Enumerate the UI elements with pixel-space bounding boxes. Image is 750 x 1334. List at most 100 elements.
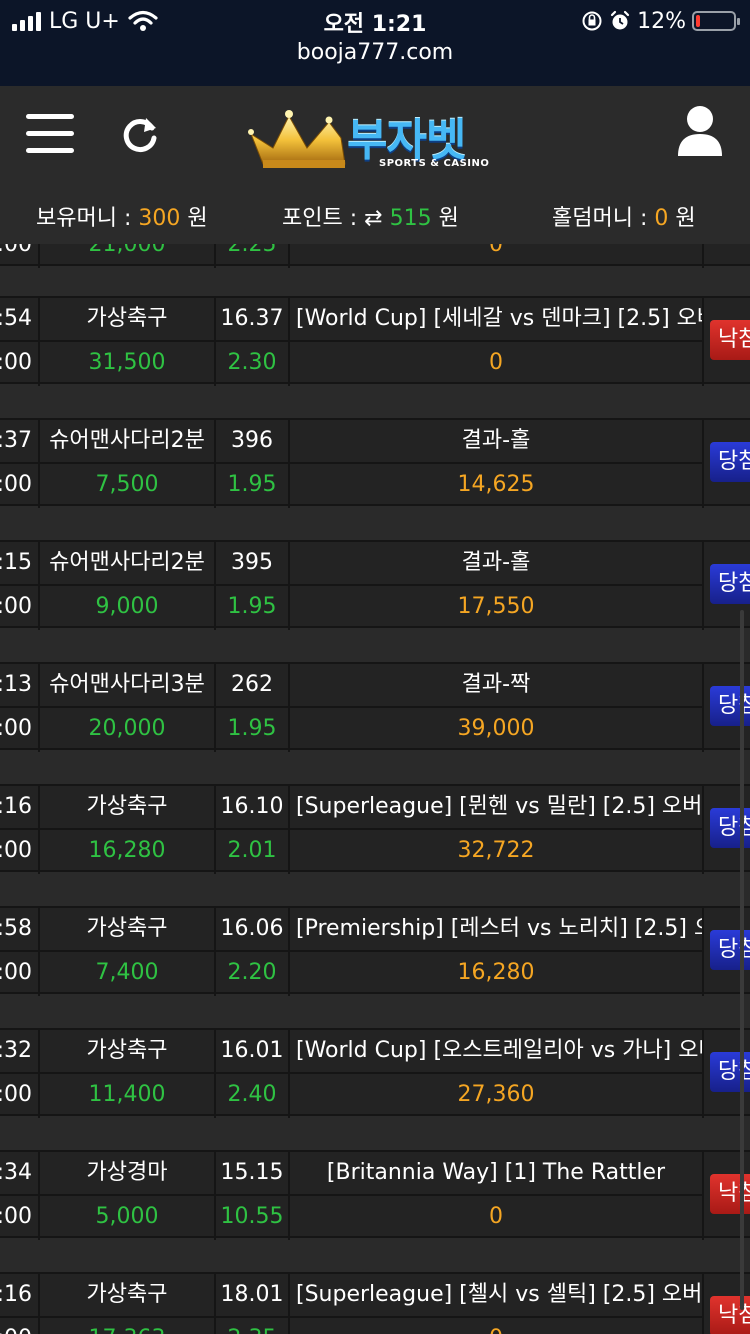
bet-pick: 결과-홀 (461, 550, 531, 575)
site-logo[interactable]: 부자벳 SPORTS & CASINO (245, 104, 515, 176)
bet-stake-time: :00 (0, 594, 32, 619)
row-divider (0, 1072, 703, 1074)
col-divider (702, 542, 704, 630)
battery-icon (692, 11, 740, 31)
bet-win-amount: 32,722 (457, 838, 535, 863)
bet-pick: [Superleague] [첼시 vs 셀틱] [2.5] 오버 (296, 1282, 702, 1307)
bet-round: 395 (231, 550, 273, 575)
scrollbar[interactable] (740, 610, 744, 1310)
bet-row[interactable]: :34 가상경마 15.15 [Britannia Way] [1] The R… (0, 1150, 750, 1240)
col-divider (702, 786, 704, 874)
col-divider (288, 298, 290, 386)
exchange-icon[interactable]: ⇄ (364, 206, 382, 231)
bet-pick: [World Cup] [오스트레일리아 vs 가나] 오버 (296, 1038, 702, 1063)
bet-stake-time: :00 (0, 244, 32, 257)
bet-round: 262 (231, 672, 273, 697)
point-label: 포인트 : (282, 206, 358, 231)
bet-pick: [Superleague] [뮌헨 vs 밀란] [2.5] 오버 (296, 794, 702, 819)
bet-amount: 20,000 (88, 716, 166, 741)
bet-history-list[interactable]: :00 21,000 2.25 0 :54 가상축구 16.37 [World … (0, 244, 750, 1334)
bet-row[interactable]: :37 슈어맨사다리2분 396 결과-홀 :00 7,500 1.95 14,… (0, 418, 750, 508)
bet-odds: 2.25 (227, 244, 277, 257)
col-divider (38, 420, 40, 508)
bet-row[interactable]: :16 가상축구 16.10 [Superleague] [뮌헨 vs 밀란] … (0, 784, 750, 874)
bet-row[interactable]: :15 슈어맨사다리2분 395 결과-홀 :00 9,000 1.95 17,… (0, 540, 750, 630)
battery-level (696, 15, 700, 27)
bet-amount: 16,280 (88, 838, 166, 863)
bet-row[interactable]: :00 21,000 2.25 0 (0, 244, 750, 268)
refresh-icon[interactable] (118, 112, 162, 156)
bet-row[interactable]: :54 가상축구 16.37 [World Cup] [세네갈 vs 덴마크] … (0, 296, 750, 386)
row-divider (0, 584, 703, 586)
bet-amount: 5,000 (95, 1204, 159, 1229)
bet-amount: 7,500 (95, 472, 159, 497)
row-divider (0, 950, 703, 952)
bet-game: 가상축구 (86, 1282, 168, 1307)
lose-badge: 낙첨 (710, 1174, 750, 1214)
col-divider (214, 542, 216, 630)
bet-win-amount: 0 (290, 1318, 702, 1334)
bet-stake-time: :00 (0, 960, 32, 985)
bet-time: :58 (0, 916, 32, 941)
col-divider (288, 542, 290, 630)
bet-round: 16.10 (220, 794, 284, 819)
col-divider (38, 786, 40, 874)
bet-win-amount: 17,550 (457, 594, 535, 619)
bet-stake-time: :00 (0, 838, 32, 863)
bet-time: :16 (0, 794, 32, 819)
col-divider (288, 908, 290, 996)
bet-amount: 31,500 (88, 350, 166, 375)
bet-odds: 10.55 (220, 1204, 284, 1229)
address-url[interactable]: booja777.com (0, 40, 750, 65)
win-badge: 당첨 (710, 808, 750, 848)
col-divider (214, 1030, 216, 1118)
bet-time: :13 (0, 672, 32, 697)
bet-row[interactable]: :58 가상축구 16.06 [Premiership] [레스터 vs 노리치… (0, 906, 750, 996)
menu-icon[interactable] (26, 114, 74, 156)
bet-pick: 결과-짝 (461, 672, 531, 697)
bet-odds: 2.30 (227, 350, 277, 375)
bet-pick: [Premiership] [레스터 vs 노리치] [2.5] 오버 (296, 916, 702, 941)
holdem-value: 0 (654, 206, 669, 231)
col-divider (214, 420, 216, 508)
col-divider (288, 1152, 290, 1240)
bet-round: 16.37 (220, 306, 284, 331)
col-divider (214, 1152, 216, 1240)
bet-game: 가상축구 (86, 1038, 168, 1063)
status-right: 12% (581, 6, 740, 36)
win-badge: 당첨 (710, 930, 750, 970)
bet-pick: [World Cup] [세네갈 vs 덴마크] [2.5] 오버 (296, 306, 702, 331)
col-divider (702, 244, 704, 268)
row-divider (0, 340, 703, 342)
bet-row[interactable]: :13 슈어맨사다리3분 262 결과-짝 :00 20,000 1.95 39… (0, 662, 750, 752)
bet-odds: 2.20 (227, 960, 277, 985)
col-divider (702, 1030, 704, 1118)
win-badge: 당첨 (710, 442, 750, 482)
user-icon[interactable] (676, 104, 724, 160)
bet-odds: 1.95 (227, 716, 277, 741)
bet-row[interactable]: :32 가상축구 16.01 [World Cup] [오스트레일리아 vs 가… (0, 1028, 750, 1118)
logo-subtitle: SPORTS & CASINO (379, 158, 490, 169)
bet-row[interactable]: :16 가상축구 18.01 [Superleague] [첼시 vs 셀틱] … (0, 1272, 750, 1334)
point-balance[interactable]: 포인트 : ⇄ 515 원 (282, 200, 459, 232)
bet-game: 슈어맨사다리2분 (49, 428, 205, 453)
bet-game: 가상경마 (86, 1160, 168, 1185)
col-divider (38, 1030, 40, 1118)
row-divider (0, 828, 703, 830)
bet-time: :54 (0, 306, 32, 331)
col-divider (288, 1274, 290, 1334)
col-divider (702, 1152, 704, 1240)
site-header: 부자벳 SPORTS & CASINO (0, 86, 750, 186)
balance-bar: 보유머니 : 300 원 포인트 : ⇄ 515 원 홀덤머니 : 0 원 (0, 186, 750, 244)
bet-stake-time: :00 (0, 716, 32, 741)
bet-win-amount: 0 (489, 350, 503, 375)
bet-time: :16 (0, 1282, 32, 1307)
bet-odds: 2.40 (227, 1082, 277, 1107)
row-divider (0, 462, 703, 464)
bet-round: 16.01 (220, 1038, 284, 1063)
col-divider (38, 1274, 40, 1334)
bet-stake-time: :00 (0, 1082, 32, 1107)
bet-win-amount: 14,625 (457, 472, 535, 497)
col-divider (214, 298, 216, 386)
bet-stake-time: :00 (0, 1204, 32, 1229)
